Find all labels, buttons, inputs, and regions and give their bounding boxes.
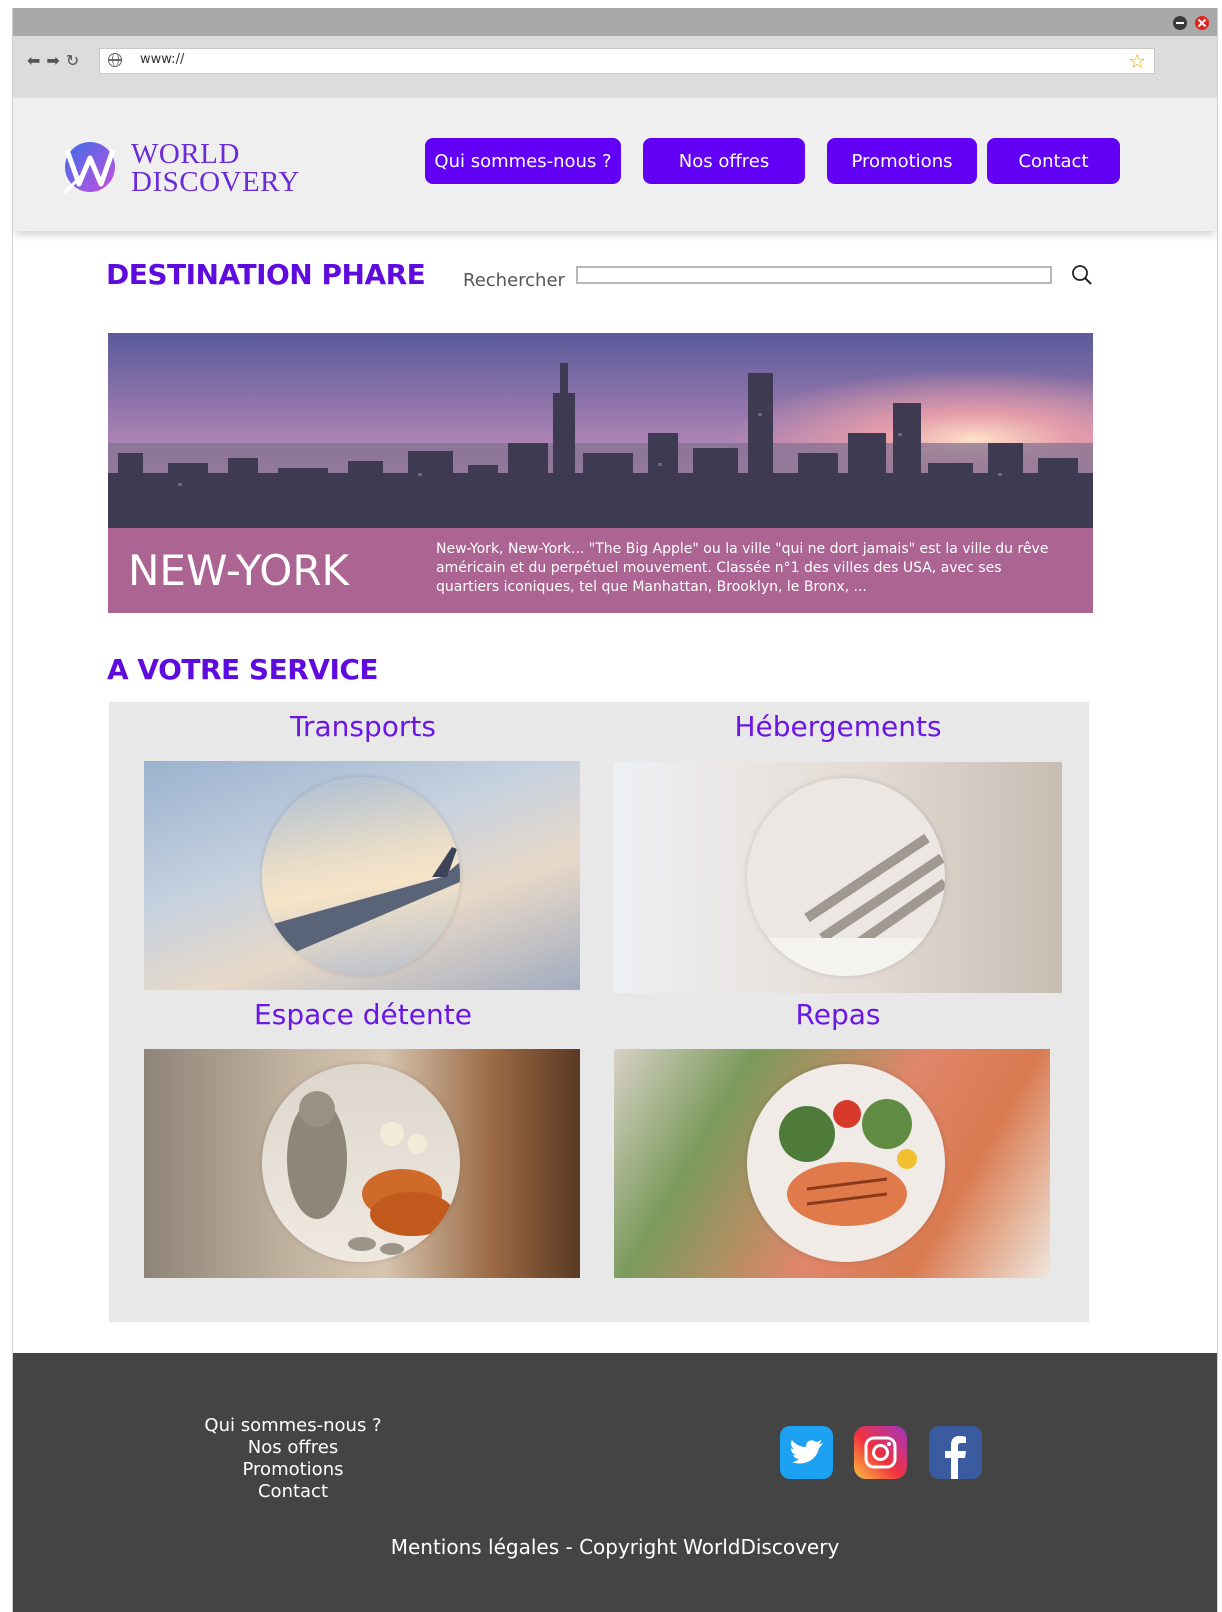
footer-link-promotions[interactable]: Promotions <box>203 1459 383 1481</box>
airplane-wing-image <box>262 777 460 975</box>
destination-description: New-York, New-York... "The Big Apple" ou… <box>436 541 1049 595</box>
twitter-icon[interactable] <box>780 1426 833 1479</box>
site-header: WORLD DISCOVERY Qui sommes-nous ? Nos of… <box>13 98 1217 231</box>
title-bar <box>13 8 1217 36</box>
logo-mark-icon <box>62 142 116 194</box>
footer-copyright[interactable]: Mentions légales - Copyright WorldDiscov… <box>13 1535 1217 1559</box>
close-button[interactable] <box>1195 16 1209 30</box>
browser-toolbar: ⬅ ➡ ↻ www:// ☆ <box>13 36 1217 98</box>
address-bar[interactable]: www:// ☆ <box>99 48 1155 74</box>
destination-caption: NEW-YORK New-York, New-York... "The Big … <box>108 528 1093 613</box>
facebook-icon[interactable] <box>929 1426 982 1479</box>
spa-buddha-image <box>262 1064 460 1262</box>
footer-link-offers[interactable]: Nos offres <box>203 1437 383 1459</box>
service-title-repas: Repas <box>795 998 881 1031</box>
search-input[interactable] <box>576 266 1052 284</box>
service-card-hebergements[interactable] <box>614 762 1062 993</box>
search-icon[interactable] <box>1071 264 1093 286</box>
service-title-transports: Transports <box>290 710 436 743</box>
featured-destination-banner[interactable]: NEW-YORK New-York, New-York... "The Big … <box>108 333 1093 613</box>
footer-links: Qui sommes-nous ? Nos offres Promotions … <box>203 1415 383 1503</box>
nav-button-offers[interactable]: Nos offres <box>643 138 805 184</box>
instagram-icon[interactable] <box>854 1426 907 1479</box>
footer-link-contact[interactable]: Contact <box>203 1481 383 1503</box>
service-card-repas[interactable] <box>614 1049 1050 1278</box>
browser-window: ⬅ ➡ ↻ www:// ☆ WORLD DISCOVERY Qui somme… <box>12 8 1218 1612</box>
globe-icon <box>108 53 122 67</box>
url-text: www:// <box>140 52 185 67</box>
footer-link-about[interactable]: Qui sommes-nous ? <box>203 1415 383 1437</box>
destination-city-name: NEW-YORK <box>128 546 350 595</box>
reload-icon[interactable]: ↻ <box>66 51 79 70</box>
service-card-espace-detente[interactable] <box>144 1049 580 1278</box>
nav-button-contact[interactable]: Contact <box>987 138 1120 184</box>
nav-button-about[interactable]: Qui sommes-nous ? <box>425 138 621 184</box>
service-card-transports[interactable] <box>144 761 580 990</box>
services-section-title: A VOTRE SERVICE <box>107 653 379 686</box>
site-footer: Qui sommes-nous ? Nos offres Promotions … <box>13 1353 1217 1612</box>
minimize-button[interactable] <box>1173 16 1187 30</box>
featured-section-title: DESTINATION PHARE <box>106 258 426 291</box>
logo-text-world: WORLD <box>131 138 240 170</box>
service-title-espace-detente: Espace détente <box>254 998 472 1031</box>
forward-arrow-icon[interactable]: ➡ <box>46 51 59 70</box>
bookmark-star-icon[interactable]: ☆ <box>1128 49 1146 73</box>
search-label: Rechercher <box>463 270 565 291</box>
back-arrow-icon[interactable]: ⬅ <box>27 51 40 70</box>
site-logo[interactable]: WORLD DISCOVERY <box>61 136 301 198</box>
bedroom-pillows-image <box>747 778 945 976</box>
logo-text-discovery: DISCOVERY <box>131 166 300 198</box>
services-panel: Transports Hébergements Espace détente R… <box>109 702 1089 1322</box>
nav-button-promotions[interactable]: Promotions <box>827 138 977 184</box>
service-title-hebergements: Hébergements <box>734 710 942 743</box>
salmon-salad-image <box>747 1064 945 1262</box>
